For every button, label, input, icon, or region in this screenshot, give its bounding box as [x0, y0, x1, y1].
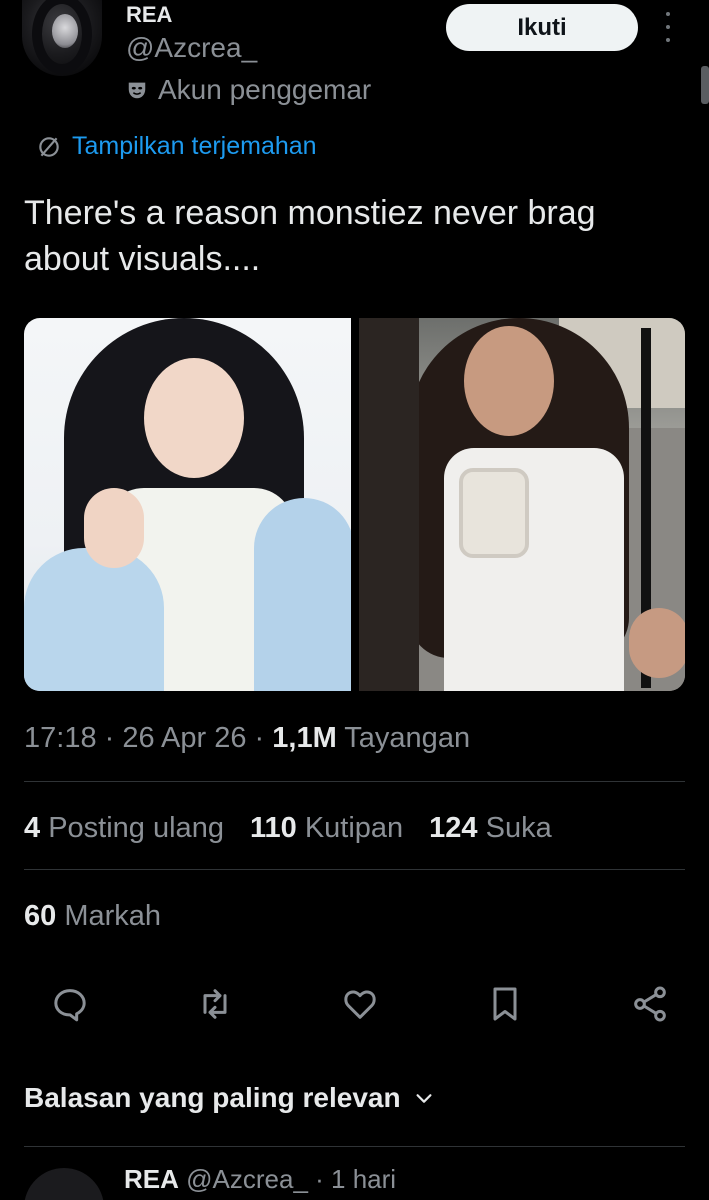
- fan-account-label: Akun penggemar: [126, 74, 371, 106]
- avatar-face: [52, 14, 78, 48]
- translate-link[interactable]: Tampilkan terjemahan: [36, 132, 317, 161]
- reply-author-handle: @Azcrea_: [186, 1164, 308, 1194]
- likes-label: Suka: [485, 812, 552, 844]
- photo-left-jacket-l: [24, 548, 164, 691]
- quotes-stat[interactable]: 110 Kutipan: [250, 812, 403, 845]
- photo-left-hand: [84, 488, 144, 568]
- divider: [24, 781, 685, 782]
- photo-left-face: [144, 358, 244, 478]
- bookmarks-count: 60: [24, 900, 57, 932]
- reply-icon[interactable]: [50, 984, 90, 1024]
- next-reply[interactable]: REA @Azcrea_ · 1 hari: [24, 1160, 704, 1200]
- replies-sort-button[interactable]: Balasan yang paling relevan: [24, 1082, 435, 1114]
- photo-right-hand: [628, 608, 685, 678]
- more-icon[interactable]: [658, 12, 678, 42]
- likes-count: 124: [429, 812, 478, 844]
- divider: [24, 869, 685, 870]
- tweet-time: 17:18 · 26 Apr 26 ·: [24, 722, 273, 754]
- photo-right-face: [463, 326, 554, 436]
- bookmark-icon[interactable]: [485, 984, 525, 1024]
- reply-author-name: REA: [124, 1164, 179, 1194]
- translate-icon: [39, 136, 59, 157]
- avatar[interactable]: [22, 0, 102, 76]
- author-handle[interactable]: @Azcrea_: [126, 32, 257, 64]
- like-icon[interactable]: [340, 984, 380, 1024]
- photo-right[interactable]: [358, 318, 685, 691]
- quotes-count: 110: [249, 812, 297, 844]
- replies-sort-label: Balasan yang paling relevan: [24, 1082, 401, 1113]
- reply-time: 1 hari: [331, 1164, 397, 1194]
- reply-header: REA @Azcrea_ · 1 hari: [124, 1164, 397, 1194]
- reposts-stat[interactable]: 4 Posting ulang: [24, 812, 224, 845]
- fan-account-text: Akun penggemar: [158, 74, 372, 105]
- likes-stat[interactable]: 124 Suka: [429, 812, 552, 845]
- tweet-meta: 17:18 · 26 Apr 26 · 1,1M Tayangan: [24, 722, 470, 755]
- translate-label: Tampilkan terjemahan: [72, 132, 317, 160]
- repost-icon[interactable]: [195, 984, 235, 1024]
- reposts-count: 4: [24, 812, 41, 844]
- tweet-text: There's a reason monstiez never brag abo…: [24, 194, 596, 278]
- bookmarks-stat[interactable]: 60 Markah: [24, 900, 161, 933]
- follow-button[interactable]: Ikuti: [446, 4, 638, 51]
- views-count[interactable]: 1,1M: [272, 722, 336, 754]
- photo-left[interactable]: [24, 318, 351, 691]
- bookmarks-label: Markah: [64, 900, 162, 932]
- reply-avatar[interactable]: [24, 1168, 104, 1200]
- scrollbar[interactable]: [701, 66, 709, 104]
- quotes-label: Kutipan: [304, 812, 404, 844]
- share-icon[interactable]: [630, 984, 670, 1024]
- divider: [24, 1146, 685, 1147]
- author-name[interactable]: REA: [126, 2, 172, 28]
- fan-mask-icon: [128, 82, 146, 99]
- photo-left-jacket-r: [254, 498, 351, 691]
- engagement-stats: 4 Posting ulang 110 Kutipan 124 Suka: [24, 812, 552, 845]
- reposts-label: Posting ulang: [48, 812, 224, 844]
- photo-right-phone: [458, 468, 529, 558]
- views-label: Tayangan: [336, 722, 471, 754]
- action-bar: [50, 984, 670, 1024]
- media-grid[interactable]: [24, 318, 685, 691]
- photo-right-person-left: [358, 318, 419, 691]
- chevron-down-icon: [416, 1094, 432, 1103]
